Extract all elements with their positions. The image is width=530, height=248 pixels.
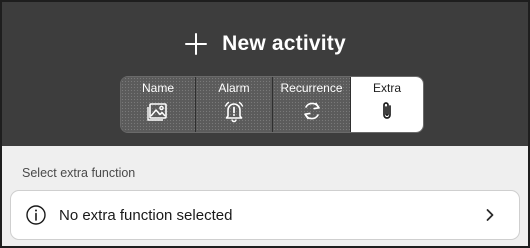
tab-alarm[interactable]: Alarm bbox=[195, 77, 272, 132]
image-icon bbox=[146, 99, 170, 123]
tab-recurrence-label: Recurrence bbox=[280, 81, 343, 95]
paperclip-icon bbox=[375, 99, 399, 123]
page-title: New activity bbox=[222, 32, 346, 55]
title-row: New activity bbox=[2, 24, 528, 64]
info-icon bbox=[26, 205, 46, 225]
tab-recurrence[interactable]: Recurrence bbox=[272, 77, 350, 132]
tab-name[interactable]: Name bbox=[121, 77, 195, 132]
selector-text: No extra function selected bbox=[59, 206, 233, 224]
tab-bar: Name Alarm Recurrence Extra bbox=[120, 76, 424, 133]
repeat-icon bbox=[300, 99, 324, 123]
alarm-bell-icon bbox=[222, 99, 246, 123]
tab-extra[interactable]: Extra bbox=[350, 77, 423, 132]
section-label: Select extra function bbox=[22, 166, 136, 180]
app-window: New activity Name Alarm Recurrence Extra… bbox=[0, 0, 530, 248]
extra-function-selector[interactable]: No extra function selected bbox=[10, 190, 520, 240]
tab-extra-label: Extra bbox=[372, 81, 401, 95]
tab-alarm-label: Alarm bbox=[218, 81, 250, 95]
header: New activity Name Alarm Recurrence Extra bbox=[2, 2, 528, 146]
chevron-right-icon bbox=[486, 209, 494, 221]
tab-name-label: Name bbox=[141, 81, 174, 95]
plus-icon bbox=[185, 33, 208, 55]
